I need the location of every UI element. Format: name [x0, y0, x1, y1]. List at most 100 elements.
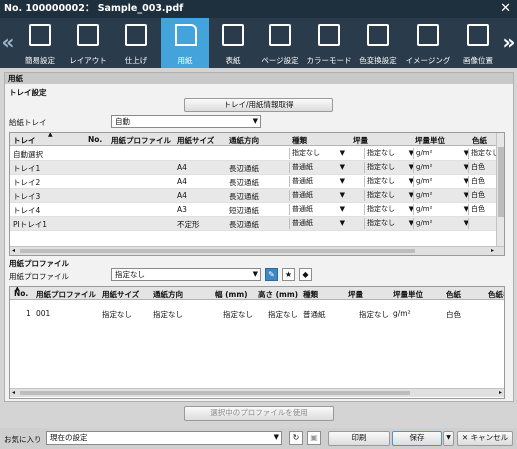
scroll-left-icon[interactable]: ◂ — [12, 389, 15, 396]
scroll-thumb[interactable] — [20, 391, 410, 395]
weight-select[interactable]: 指定なし ▼ — [364, 148, 414, 159]
col-direction[interactable]: 通紙方向 — [153, 289, 183, 300]
type-select[interactable]: 普通紙 ▼ — [289, 176, 345, 187]
unit-select[interactable]: g/m² ▼ — [413, 148, 469, 159]
col-profile[interactable]: 用紙プロファイル — [36, 289, 96, 300]
cancel-label: キャンセル — [470, 433, 509, 442]
col-weight[interactable]: 坪量 — [348, 289, 363, 300]
size-cell: 不定形 — [177, 220, 200, 229]
col-height[interactable]: 高さ (mm) — [258, 289, 298, 300]
col-direction[interactable]: 通紙方向 — [229, 135, 259, 146]
unit-select[interactable]: g/m² ▼ — [413, 218, 469, 229]
col-color-name[interactable]: 色紙名 — [488, 289, 504, 300]
tab-imaging[interactable]: イメージング — [405, 18, 451, 68]
favorites-select[interactable]: 現在の設定 ▼ — [46, 431, 282, 445]
col-width[interactable]: 幅 (mm) — [215, 289, 248, 300]
tray-table-vscrollbar[interactable] — [496, 133, 504, 247]
weight-select[interactable]: 指定なし ▼ — [364, 176, 414, 187]
type-select[interactable]: 普通紙 ▼ — [289, 162, 345, 173]
tab-color-conversion[interactable]: 色変換設定 — [355, 18, 401, 68]
settings-toolbar: « 簡易設定 レイアウト 仕上げ 用紙 表紙 ページ設定 カラーモード 色変換設… — [0, 18, 517, 68]
tag-icon[interactable]: ◆ — [299, 268, 312, 281]
unit-select[interactable]: g/m² ▼ — [413, 162, 469, 173]
col-weight[interactable]: 坪量 — [353, 135, 368, 146]
close-icon[interactable]: ✕ — [500, 0, 511, 18]
paper-settings-panel: 用紙 トレイ設定 トレイ/用紙情報取得 給紙トレイ 自動 ▼ トレイ ▲ No.… — [4, 72, 514, 402]
col-unit[interactable]: 坪量単位 — [415, 135, 445, 146]
profile-select[interactable]: 指定なし ▼ — [111, 268, 261, 281]
col-size[interactable]: 用紙サイズ — [177, 135, 214, 146]
weight-select[interactable]: 指定なし ▼ — [364, 190, 414, 201]
cancel-button[interactable]: ✕ キャンセル — [457, 431, 513, 446]
unit-select[interactable]: g/m² ▼ — [413, 204, 469, 215]
scroll-thumb[interactable] — [20, 249, 415, 253]
feed-tray-select[interactable]: 自動 ▼ — [111, 115, 261, 128]
tab-image-position[interactable]: 画像位置 — [455, 18, 501, 68]
tray-row[interactable]: トレイ2 A4 長辺通紙 普通紙 ▼ 指定なし ▼ g/m² ▼ 白色 — [10, 175, 504, 189]
color-value: 白色 — [471, 163, 485, 171]
col-size[interactable]: 用紙サイズ — [102, 289, 139, 300]
scroll-right-icon[interactable]: ▸ — [499, 389, 502, 396]
get-tray-info-button[interactable]: トレイ/用紙情報取得 — [184, 98, 333, 112]
use-selected-profile-button[interactable]: 選択中のプロファイルを使用 — [184, 406, 334, 421]
save-favorite-icon[interactable]: ▣ — [307, 431, 321, 445]
profile-section-heading: 用紙プロファイル — [9, 259, 69, 268]
refresh-icon[interactable]: ↻ — [289, 431, 303, 445]
scroll-right-icon[interactable]: ▸ — [491, 247, 494, 254]
tab-cover[interactable]: 表紙 — [210, 18, 256, 68]
tray-row[interactable]: トレイ3 A4 長辺通紙 普通紙 ▼ 指定なし ▼ g/m² ▼ 白色 — [10, 189, 504, 203]
type-select[interactable]: 指定なし ▼ — [289, 148, 345, 159]
col-unit[interactable]: 坪量単位 — [393, 289, 423, 300]
profile-row[interactable]: 1 001 指定なし 指定なし 指定なし 指定なし 普通紙 指定なし g/m² … — [10, 307, 504, 321]
star-icon[interactable]: ★ — [282, 268, 295, 281]
scroll-thumb[interactable] — [498, 147, 504, 217]
tab-label: 画像位置 — [463, 56, 493, 65]
direction-cell: 長辺通紙 — [229, 192, 259, 201]
scroll-right-icon[interactable]: » — [501, 18, 517, 68]
tab-layout[interactable]: レイアウト — [65, 18, 111, 68]
image-position-icon — [467, 24, 489, 46]
tray-row[interactable]: トレイ4 A3 短辺通紙 普通紙 ▼ 指定なし ▼ g/m² ▼ 白色 — [10, 203, 504, 217]
tray-table-hscrollbar[interactable]: ◂ ▸ — [10, 246, 504, 255]
col-no[interactable]: No. — [88, 135, 102, 144]
chevron-down-icon[interactable]: ▼ — [443, 431, 454, 446]
type-select[interactable]: 普通紙 ▼ — [289, 190, 345, 201]
tray-cell: PIトレイ1 — [13, 220, 48, 229]
edit-profile-icon[interactable]: ✎ — [265, 268, 278, 281]
tab-page-settings[interactable]: ページ設定 — [257, 18, 303, 68]
tray-table: トレイ ▲ No. 用紙プロファイル 用紙サイズ 通紙方向 種類 坪量 坪量単位… — [9, 132, 505, 256]
cancel-x-icon: ✕ — [461, 433, 471, 442]
col-color[interactable]: 色紙 — [472, 135, 487, 146]
weight-select[interactable]: 指定なし ▼ — [364, 218, 414, 229]
size-cell: 指定なし — [102, 310, 132, 319]
type-select[interactable]: 普通紙 ▼ — [289, 218, 345, 229]
col-type[interactable]: 種類 — [303, 289, 318, 300]
tray-row[interactable]: PIトレイ1 不定形 長辺通紙 普通紙 ▼ 指定なし ▼ g/m² ▼ — [10, 217, 504, 231]
direction-cell: 指定なし — [153, 310, 183, 319]
col-type[interactable]: 種類 — [292, 135, 307, 146]
tab-color-mode[interactable]: カラーモード — [306, 18, 352, 68]
chevron-down-icon: ▼ — [339, 149, 345, 157]
save-button[interactable]: 保存 — [392, 431, 442, 446]
tray-row[interactable]: 自動選択 指定なし ▼ 指定なし ▼ g/m² ▼ 指定なし — [10, 147, 504, 161]
print-button[interactable]: 印刷 — [328, 431, 390, 446]
weight-select[interactable]: 指定なし ▼ — [364, 204, 414, 215]
weight-cell: 指定なし — [359, 310, 389, 319]
type-value: 普通紙 — [292, 191, 313, 199]
scroll-left-icon[interactable]: ◂ — [12, 247, 15, 254]
col-tray[interactable]: トレイ — [13, 135, 36, 146]
tab-quick-settings[interactable]: 簡易設定 — [17, 18, 63, 68]
weight-select[interactable]: 指定なし ▼ — [364, 162, 414, 173]
type-select[interactable]: 普通紙 ▼ — [289, 204, 345, 215]
profile-value: 指定なし — [115, 270, 145, 279]
tray-row[interactable]: トレイ1 A4 長辺通紙 普通紙 ▼ 指定なし ▼ g/m² ▼ 白色 — [10, 161, 504, 175]
color-value: 指定なし — [471, 149, 499, 157]
col-profile[interactable]: 用紙プロファイル — [111, 135, 171, 146]
unit-select[interactable]: g/m² ▼ — [413, 176, 469, 187]
col-color[interactable]: 色紙 — [446, 289, 461, 300]
profile-table-hscrollbar[interactable]: ◂ ▸ — [10, 388, 504, 397]
tab-paper[interactable]: 用紙 — [161, 18, 209, 68]
unit-select[interactable]: g/m² ▼ — [413, 190, 469, 201]
tab-finishing[interactable]: 仕上げ — [113, 18, 159, 68]
type-value: 普通紙 — [292, 205, 313, 213]
